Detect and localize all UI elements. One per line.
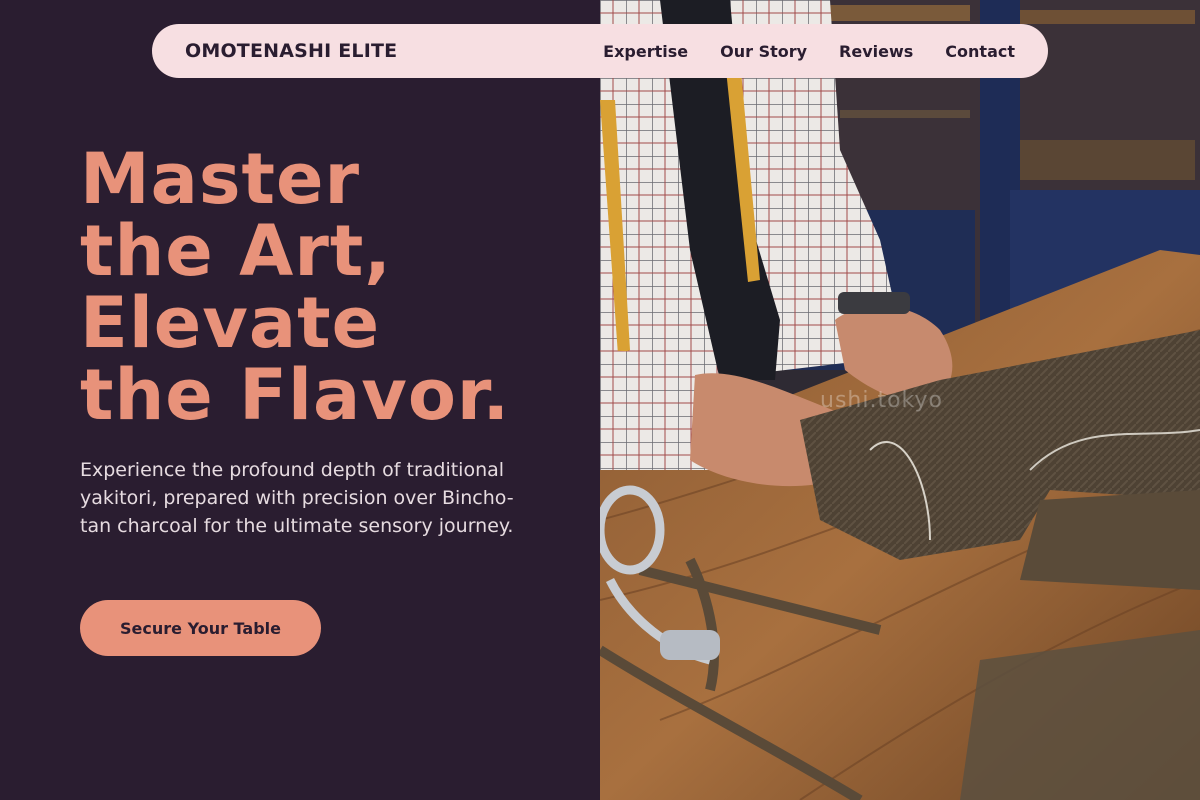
hero-photo: ushi.tokyo — [600, 0, 1200, 800]
nav-link-our-story[interactable]: Our Story — [720, 42, 807, 61]
secure-table-button[interactable]: Secure Your Table — [80, 600, 321, 656]
nav-link-contact[interactable]: Contact — [945, 42, 1015, 61]
hero-headline: Master the Art, Elevate the Flavor. — [80, 143, 580, 431]
headline-line-3: Elevate — [80, 282, 381, 364]
nav-links: Expertise Our Story Reviews Contact — [603, 42, 1015, 61]
headline-line-2: the Art, — [80, 210, 392, 292]
photo-watermark: ushi.tokyo — [820, 388, 943, 413]
headline-line-4: the Flavor. — [80, 354, 511, 436]
nav-link-reviews[interactable]: Reviews — [839, 42, 913, 61]
navbar: OMOTENASHI ELITE Expertise Our Story Rev… — [152, 24, 1048, 78]
brand-logo[interactable]: OMOTENASHI ELITE — [185, 40, 397, 62]
nav-link-expertise[interactable]: Expertise — [603, 42, 688, 61]
headline-line-1: Master — [80, 138, 361, 220]
hero-description: Experience the profound depth of traditi… — [80, 459, 514, 537]
